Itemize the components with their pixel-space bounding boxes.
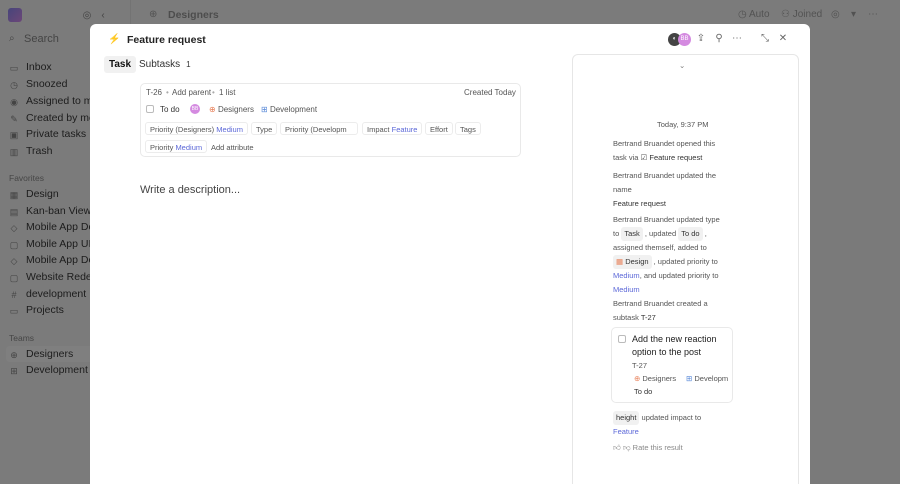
activity-entry: height updated impact to Feature: [613, 411, 702, 436]
tags-chip[interactable]: Tags: [455, 122, 481, 135]
subtask-checkbox[interactable]: [618, 335, 626, 343]
task-modal: ⚡ Feature request ◐ BB ⇪ ⚲ ⋯ ⤡ ✕ Task Su…: [90, 24, 810, 484]
status-label[interactable]: To do: [160, 105, 180, 114]
share-icon[interactable]: ⇪: [695, 33, 707, 45]
impact-chip[interactable]: Impact Feature: [362, 122, 423, 135]
activity-entry: Bertrand Bruandet updated type to Task ,…: [613, 215, 720, 294]
priority-designers-chip[interactable]: Priority (Designers) Medium: [145, 122, 248, 135]
description-input[interactable]: Write a description...: [140, 184, 240, 196]
development-icon: ⊞: [686, 374, 693, 383]
separator: •: [212, 88, 215, 97]
add-parent-button[interactable]: Add parent: [172, 88, 211, 97]
subtask-status: To do: [634, 387, 653, 396]
type-chip[interactable]: Type: [251, 122, 278, 135]
subtask-id: T-27: [632, 361, 648, 370]
created-date: Created Today: [464, 88, 516, 97]
edit-icon: ☑: [640, 153, 648, 162]
designers-icon: ⊕: [209, 105, 216, 114]
subtask-count: 1: [186, 60, 191, 69]
team-designers-chip[interactable]: ⊕ Designers: [209, 105, 254, 114]
thumbs-down-icon[interactable]: 👎︎: [623, 443, 631, 452]
more-icon[interactable]: ⋯: [731, 33, 743, 45]
task-properties: T-26 • Add parent • 1 list Created Today…: [140, 83, 521, 157]
activity-date: Today, 9:37 PM: [657, 120, 709, 129]
task-title[interactable]: Feature request: [127, 34, 206, 46]
avatar[interactable]: BB: [678, 33, 691, 46]
rate-result: 👍︎ 👎︎ Rate this result: [613, 443, 683, 452]
development-icon: ⊞: [261, 105, 268, 114]
activity-panel: ⌄ Today, 9:37 PM Bertrand Bruandet opene…: [572, 54, 799, 484]
grid-icon: ▦: [616, 257, 624, 266]
bolt-icon: ⚡: [108, 34, 121, 45]
pin-icon[interactable]: ⚲: [713, 33, 725, 45]
priority-chip[interactable]: Priority Medium: [145, 140, 208, 153]
activity-entry: Bertrand Bruandet opened this task via ☑…: [613, 139, 716, 162]
chevron-down-icon[interactable]: ⌄: [679, 59, 685, 73]
expand-icon[interactable]: ⤡: [759, 33, 771, 45]
designers-icon: ⊕: [634, 374, 641, 383]
task-id: T-26: [146, 88, 163, 97]
subtask-card[interactable]: Add the new reaction option to the post …: [611, 327, 733, 403]
subtask-title: Add the new reaction option to the post: [632, 334, 717, 357]
tab-task[interactable]: Task: [104, 56, 137, 73]
team-designers-chip: ⊕ Designers: [634, 374, 677, 383]
list-count[interactable]: 1 list: [219, 88, 235, 97]
tab-subtasks[interactable]: Subtasks 1: [134, 56, 191, 73]
team-development-chip: ⊞ Developm: [686, 374, 729, 383]
team-development-chip[interactable]: ⊞ Development: [261, 105, 317, 114]
activity-entry: Bertrand Bruandet created a subtask T-27: [613, 299, 708, 322]
close-icon[interactable]: ✕: [777, 33, 789, 45]
activity-entry: Bertrand Bruandet updated the name Featu…: [613, 171, 716, 208]
status-checkbox[interactable]: [146, 105, 154, 113]
separator: •: [166, 88, 169, 97]
priority-development-chip[interactable]: Priority (Developm: [280, 122, 358, 135]
thumbs-up-icon[interactable]: 👍︎: [613, 443, 621, 452]
effort-chip[interactable]: Effort: [425, 122, 453, 135]
add-attribute-button[interactable]: Add attribute: [206, 140, 259, 153]
avatar[interactable]: BB: [190, 104, 200, 114]
